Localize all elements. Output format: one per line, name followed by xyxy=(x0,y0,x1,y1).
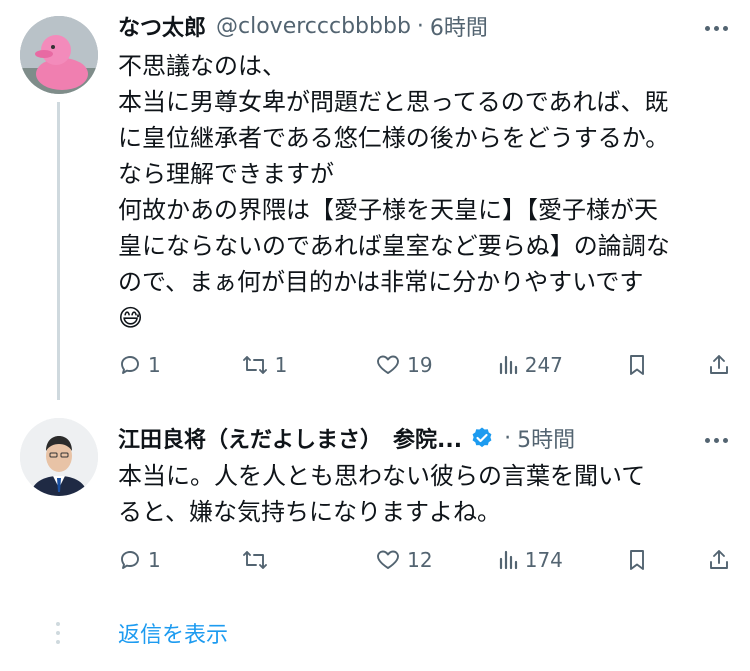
tweet-2[interactable]: 江田良将（えだよしまさ） 参院... · 5時間 本当に。人を人とも思わない彼ら… xyxy=(0,400,750,600)
avatar-natsutaro[interactable] xyxy=(20,16,98,94)
share-icon xyxy=(710,355,728,374)
like-icon xyxy=(377,550,400,569)
like-icon xyxy=(377,355,400,374)
reply-count: 1 xyxy=(148,548,161,572)
avatar-eda[interactable] xyxy=(20,418,98,496)
emoji-sweat-smile: 😅 xyxy=(118,304,144,332)
tweet-line: ので、まぁ何が目的かは非常に分かりやすいです xyxy=(118,268,644,296)
bookmark-button[interactable] xyxy=(626,353,708,377)
tweet-1[interactable]: なつ太郎 @clovercccbbbbb · 6時間 不思議なのは、 本当に男尊… xyxy=(0,0,750,400)
author-name[interactable]: なつ太郎 xyxy=(118,10,206,42)
like-count: 12 xyxy=(407,548,433,572)
like-button[interactable]: 12 xyxy=(375,548,497,572)
person-avatar-image xyxy=(20,418,98,496)
bookmark-button[interactable] xyxy=(626,548,708,572)
author-handle[interactable]: @clovercccbbbbb xyxy=(216,14,411,39)
tweet-2-text: 本当に。人を人とも思わない彼らの言葉を聞いて ると、嫌な気持ちになりますよね。 xyxy=(118,458,730,530)
share-button[interactable] xyxy=(708,353,730,377)
show-replies-link[interactable]: 返信を表示 xyxy=(118,617,228,649)
reply-icon xyxy=(121,356,139,374)
like-count: 19 xyxy=(407,353,433,377)
retweet-icon xyxy=(242,356,267,374)
separator-dot: · xyxy=(504,425,512,451)
more-icon[interactable] xyxy=(705,26,728,31)
tweet-time[interactable]: 5時間 xyxy=(517,422,575,454)
tweet-line: に皇位継承者である悠仁様の後からをどうするか。 xyxy=(118,124,670,152)
tweet-line: 本当に男尊女卑が問題だと思ってるのであれば、既 xyxy=(118,88,669,116)
views-button[interactable]: 174 xyxy=(497,548,627,572)
tweet-line: ると、嫌な気持ちになりますよね。 xyxy=(118,498,502,526)
view-count: 174 xyxy=(524,548,563,572)
tweet-1-header: なつ太郎 @clovercccbbbbb · 6時間 xyxy=(118,10,750,42)
thread-continuation-dots xyxy=(56,622,60,644)
tweet-1-text: 不思議なのは、 本当に男尊女卑が問題だと思ってるのであれば、既 に皇位継承者であ… xyxy=(118,48,730,336)
share-icon xyxy=(710,550,728,569)
verified-badge-icon xyxy=(472,427,492,448)
tweet-line: 皇にならないのであれば皇室など要らぬ】の論調な xyxy=(118,232,670,260)
tweet-2-actions: 1 12 174 xyxy=(118,543,730,577)
reply-button[interactable]: 1 xyxy=(118,548,241,572)
tweet-1-actions: 1 1 19 247 xyxy=(118,348,730,382)
duck-avatar-image xyxy=(20,16,98,94)
tweet-line: 本当に。人を人とも思わない彼らの言葉を聞いて xyxy=(118,462,646,490)
tweet-line: 何故かあの界隈は【愛子様を天皇に】【愛子様が天 xyxy=(118,196,658,224)
bookmark-icon xyxy=(630,355,645,375)
reply-count: 1 xyxy=(148,353,161,377)
reply-button[interactable]: 1 xyxy=(118,353,241,377)
like-button[interactable]: 19 xyxy=(375,353,497,377)
tweet-line: なら理解できますが xyxy=(118,160,334,188)
views-button[interactable]: 247 xyxy=(497,353,627,377)
tweet-2-header: 江田良将（えだよしまさ） 参院... · 5時間 xyxy=(118,422,750,454)
tweet-time[interactable]: 6時間 xyxy=(430,10,488,42)
tweet-line: 不思議なのは、 xyxy=(118,52,286,80)
bookmark-icon xyxy=(630,550,645,570)
share-button[interactable] xyxy=(708,548,730,572)
author-name[interactable]: 江田良将（えだよしまさ） 参院... xyxy=(118,422,462,454)
view-count: 247 xyxy=(524,353,563,377)
retweet-button[interactable] xyxy=(241,548,376,572)
retweet-button[interactable]: 1 xyxy=(241,353,376,377)
more-icon[interactable] xyxy=(705,438,728,443)
views-icon xyxy=(499,355,517,375)
retweet-icon xyxy=(242,551,267,569)
retweet-count: 1 xyxy=(274,353,288,377)
views-icon xyxy=(499,550,517,570)
thread-line xyxy=(57,102,60,400)
reply-icon xyxy=(121,551,139,569)
separator-dot: · xyxy=(416,13,424,39)
